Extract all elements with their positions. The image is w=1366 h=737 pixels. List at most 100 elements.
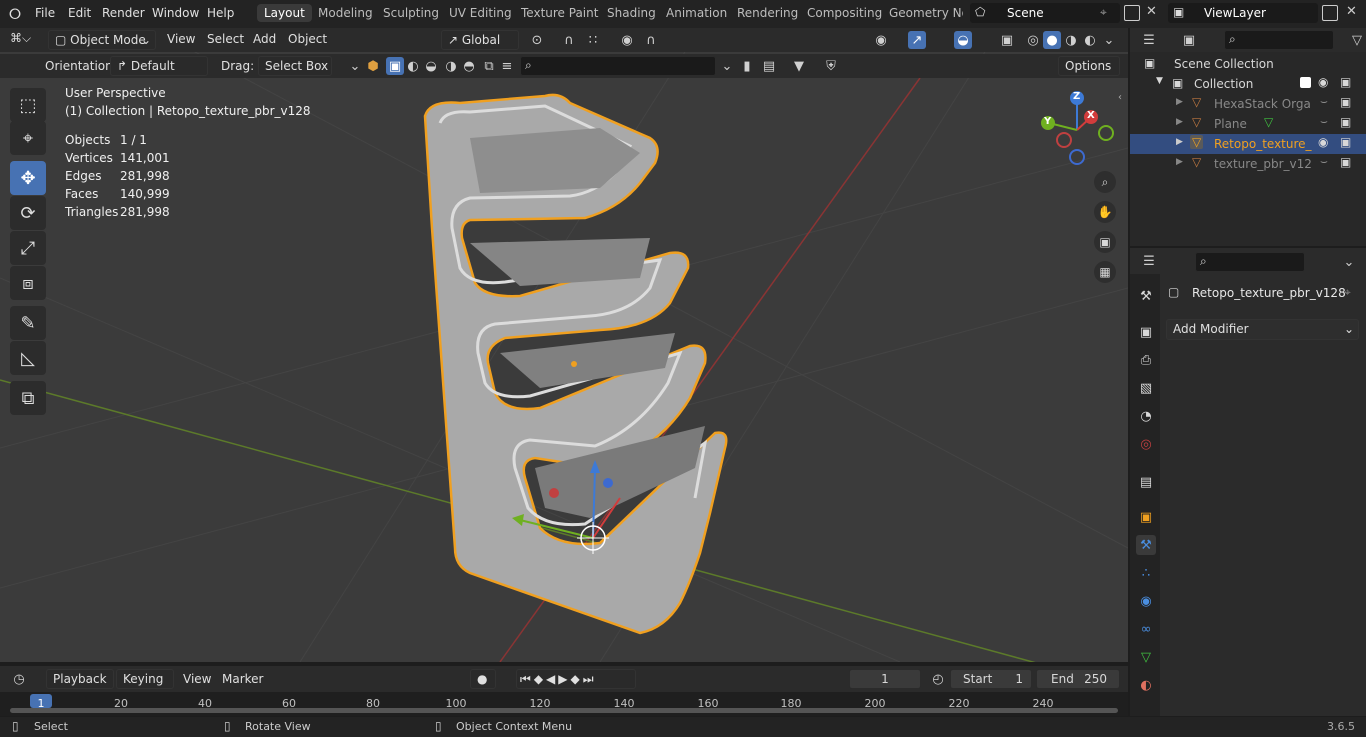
mode-dropdown[interactable]: ▢ Object Mode ⌄ — [48, 30, 156, 50]
annotate-tool[interactable]: ✎ — [10, 306, 46, 340]
eye-closed-icon[interactable]: ⌣ — [1320, 114, 1328, 129]
outliner-item-selected[interactable]: ▶ ▽ Retopo_texture_ ◉ ▣ — [1130, 134, 1366, 154]
end-frame-field[interactable]: End 250 — [1036, 669, 1120, 689]
remove-scene-icon[interactable]: ✕ — [1146, 4, 1157, 19]
falloff-curve-icon[interactable]: ∩ — [642, 31, 660, 49]
pivot-point-icon[interactable]: ⊙ — [528, 31, 546, 49]
options-dropdown[interactable]: Options — [1058, 56, 1120, 76]
editor-type-icon[interactable]: ⌘⌵ — [10, 31, 31, 46]
outliner-collection[interactable]: ▼ ▣ Collection ◉ ▣ — [1130, 74, 1366, 94]
transform-orientation-dropdown[interactable]: ↗ Global — [441, 30, 519, 50]
camera-view-icon[interactable]: ▣ — [1094, 231, 1116, 253]
select-box-tool[interactable]: ⬚ — [10, 88, 46, 122]
eye-icon[interactable]: ◉ — [1318, 135, 1328, 149]
display-mode-icon[interactable]: ▣ — [1180, 31, 1198, 49]
transform-tool[interactable]: ⧈ — [10, 266, 46, 300]
outliner-item[interactable]: ▶ ▽ HexaStack Orga ⌣ ▣ — [1130, 94, 1366, 114]
render-tab-icon[interactable]: ▣ — [1136, 322, 1156, 342]
jump-start-icon[interactable]: ⏮ — [520, 672, 534, 686]
header-menu-object[interactable]: Object — [288, 32, 327, 46]
play-reverse-icon[interactable]: ◀ — [546, 672, 558, 686]
timeline-editor-icon[interactable]: ◷ — [10, 670, 28, 688]
shading-options-chevron-icon[interactable]: ⌄ — [1100, 31, 1118, 49]
new-scene-icon[interactable] — [1124, 5, 1140, 21]
eye-icon[interactable]: ◉ — [1318, 75, 1328, 89]
timeline-scrollbar[interactable] — [10, 708, 1118, 713]
grid-ortho-icon[interactable]: ▦ — [1094, 261, 1116, 283]
pin-icon[interactable]: ⌖ — [1100, 5, 1107, 20]
tool-settings-tab-icon[interactable]: ⚒ — [1136, 286, 1156, 306]
menu-render[interactable]: Render — [102, 6, 145, 20]
xray-toggle-icon[interactable]: ▣ — [998, 31, 1016, 49]
collapse-sidebar-icon[interactable]: ‹ — [1118, 92, 1122, 103]
timeline-menu-keying[interactable]: Keying — [116, 669, 174, 689]
tab-uv-editing[interactable]: UV Editing — [449, 6, 512, 20]
tab-compositing[interactable]: Compositing — [807, 6, 882, 20]
wrench-modifier-icon[interactable]: ⚒ — [1136, 535, 1156, 555]
show-overlays-icon[interactable]: ◒ — [954, 31, 972, 49]
header-menu-add[interactable]: Add — [253, 32, 276, 46]
camera-render-icon[interactable]: ▣ — [1340, 95, 1351, 109]
snap-cube-icon[interactable]: ⬢ — [364, 57, 382, 75]
solid-shading-icon[interactable]: ● — [1043, 31, 1061, 49]
include-checkbox[interactable] — [1300, 77, 1311, 88]
tab-layout[interactable]: Layout — [257, 4, 312, 22]
expand-arrow-icon[interactable]: ▶ — [1176, 137, 1183, 147]
add-cube-tool[interactable]: ⧉ — [10, 381, 46, 415]
timeline-menu-view[interactable]: View — [183, 672, 211, 686]
timeline-menu-marker[interactable]: Marker — [222, 672, 263, 686]
select-mode-set-icon[interactable]: ▣ — [386, 57, 404, 75]
tab-geometry-nodes[interactable]: Geometry Noc — [889, 6, 963, 20]
material-tab-icon[interactable]: ◐ — [1136, 675, 1156, 695]
expand-arrow-icon[interactable]: ▶ — [1176, 157, 1183, 167]
camera-render-icon[interactable]: ▣ — [1340, 135, 1351, 149]
record-keyframe-button[interactable]: ● — [470, 669, 496, 689]
expand-arrow-icon[interactable]: ▶ — [1176, 97, 1183, 107]
cursor-tool[interactable]: ⌖ — [10, 121, 46, 155]
tab-rendering[interactable]: Rendering — [737, 6, 798, 20]
outliner-item[interactable]: ▶ ▽ Plane ▽ ⌣ ▣ — [1130, 114, 1366, 134]
viewport-search-input[interactable]: ⌕ — [520, 56, 716, 76]
eye-closed-icon[interactable]: ⌣ — [1320, 94, 1328, 109]
proportional-edit-icon[interactable]: ◉ — [618, 31, 636, 49]
play-icon[interactable]: ▶ — [558, 672, 570, 686]
shield-icon[interactable]: ⛨ — [822, 57, 840, 75]
pin-icon[interactable]: ⌖ — [1344, 285, 1351, 300]
jump-end-icon[interactable]: ⏭ — [583, 672, 597, 686]
tab-texture-paint[interactable]: Texture Paint — [521, 6, 598, 20]
expand-arrow-icon[interactable]: ▼ — [1156, 76, 1163, 86]
zoom-icon[interactable]: ⌕ — [1094, 171, 1116, 193]
3d-viewport[interactable]: ⬚ ⌖ ✥ ⟳ ⤢ ⧈ ✎ ◺ ⧉ User Perspective (1) C… — [0, 28, 1128, 662]
menu-help[interactable]: Help — [207, 6, 234, 20]
properties-editor-icon[interactable]: ☰ — [1140, 252, 1158, 270]
object-visibility-icon[interactable]: ◉ — [872, 31, 890, 49]
camera-render-icon[interactable]: ▣ — [1340, 75, 1351, 89]
expand-arrow-icon[interactable]: ▶ — [1176, 117, 1183, 127]
move-tool[interactable]: ✥ — [10, 161, 46, 195]
outliner-scene-collection[interactable]: ▣ Scene Collection — [1130, 54, 1366, 74]
constraints-tab-icon[interactable]: ∞ — [1136, 619, 1156, 639]
rendered-shading-icon[interactable]: ◐ — [1081, 31, 1099, 49]
outliner-item[interactable]: ▶ ▽ texture_pbr_v12 ⌣ ▣ — [1130, 154, 1366, 174]
properties-search-input[interactable]: ⌕ — [1195, 252, 1305, 272]
chevron-down-icon[interactable]: ⌄ — [1340, 253, 1358, 271]
new-viewlayer-icon[interactable] — [1322, 5, 1338, 21]
object-tab-icon[interactable]: ▣ — [1136, 507, 1156, 527]
material-shading-icon[interactable]: ◑ — [1062, 31, 1080, 49]
bookmark-icon[interactable]: ▮ — [738, 57, 756, 75]
view-layout-icon[interactable]: ▤ — [760, 57, 778, 75]
rotate-tool[interactable]: ⟳ — [10, 196, 46, 230]
tab-animation[interactable]: Animation — [666, 6, 727, 20]
snap-magnet-icon[interactable]: ∩ — [560, 31, 578, 49]
particles-tab-icon[interactable]: ∴ — [1136, 563, 1156, 583]
measure-tool[interactable]: ◺ — [10, 341, 46, 375]
viewlayer-selector[interactable]: ▣ ViewLayer — [1168, 3, 1318, 23]
mesh-data-tab-icon[interactable]: ▽ — [1136, 647, 1156, 667]
tab-shading[interactable]: Shading — [607, 6, 656, 20]
tab-modeling[interactable]: Modeling — [318, 6, 373, 20]
next-keyframe-icon[interactable]: ◆ — [571, 672, 583, 686]
timeline-menu-playback[interactable]: Playback — [46, 669, 114, 689]
remove-viewlayer-icon[interactable]: ✕ — [1346, 4, 1357, 19]
menu-window[interactable]: Window — [152, 6, 199, 20]
scale-tool[interactable]: ⤢ — [10, 231, 46, 265]
